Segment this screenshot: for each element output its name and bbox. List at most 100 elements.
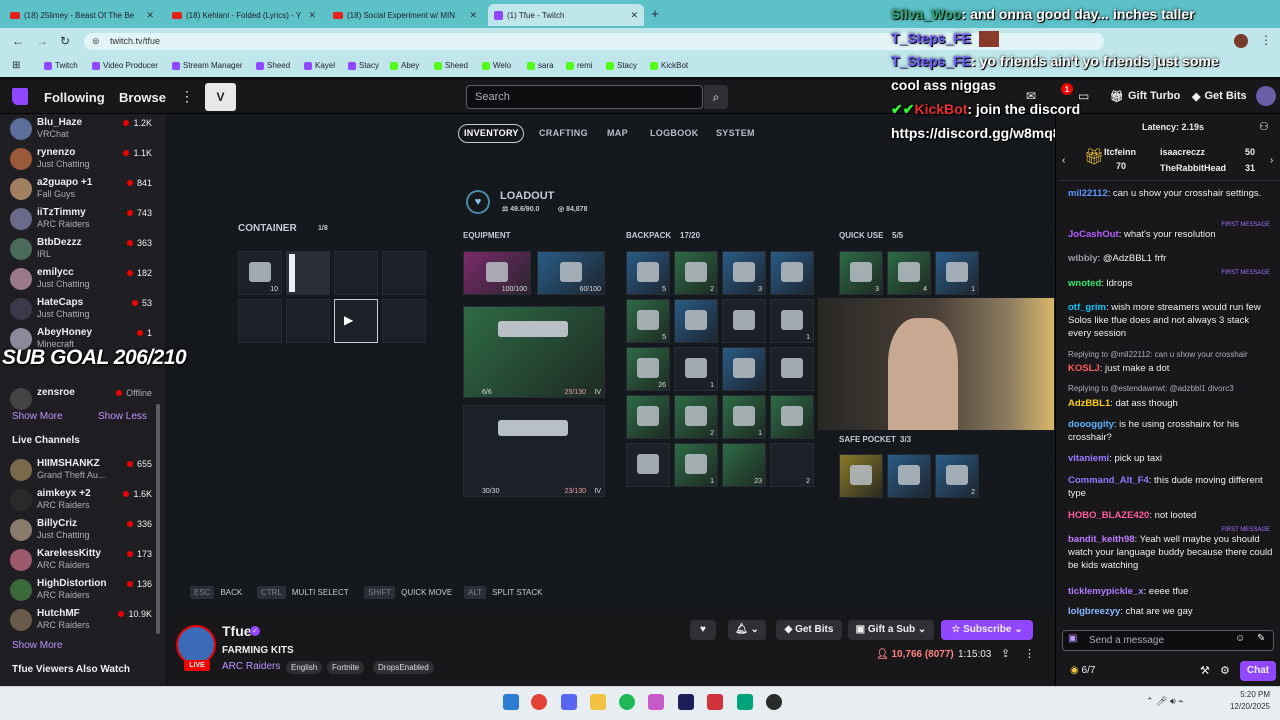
sidebar-channel[interactable]: Blu_Haze VRChat 1.2K — [8, 115, 158, 145]
extension-logo-icon[interactable]: V — [205, 83, 236, 111]
bookmark[interactable]: Video Producer — [92, 61, 158, 70]
close-icon[interactable]: ✕ — [469, 10, 477, 21]
bookmark[interactable]: Twitch — [44, 61, 78, 70]
chat-badge-icon[interactable]: ▣ — [1068, 633, 1077, 644]
sidebar-channel[interactable]: BtbDezzz IRL 363 — [8, 235, 158, 265]
streamer-name[interactable]: Tfue — [222, 623, 252, 639]
bookmark[interactable]: remi — [566, 61, 593, 70]
sidebar-channel[interactable]: HutchMF ARC Raiders 10.9K — [8, 606, 158, 636]
sidebar-channel[interactable]: aimkeyx +2 ARC Raiders 1.6K — [8, 486, 158, 516]
bookmark[interactable]: Kayel — [304, 61, 335, 70]
sidebar-channel[interactable]: rynenzo Just Chatting 1.1K — [8, 145, 158, 175]
gift-sub-button[interactable]: ▣ Gift a Sub ⌄ — [848, 620, 934, 640]
chevron-left-icon[interactable]: ‹ — [1062, 155, 1065, 166]
forward-icon[interactable]: → — [36, 34, 48, 48]
tray-icons[interactable]: ⌃ 🎤︎ 🔊︎ ⌁ — [1146, 696, 1184, 707]
sidebar-channel[interactable]: HIIMSHANKZ Grand Theft Au... 655 — [8, 456, 158, 486]
quick-use-label: QUICK USE — [839, 231, 884, 240]
browser-tab[interactable]: (18) Kehlani - Folded (Lyrics) - Y ✕ — [166, 4, 322, 26]
sidebar-channel[interactable]: emilycc Just Chatting 182 — [8, 265, 158, 295]
clock-date[interactable]: 12/20/2025 — [1222, 702, 1270, 711]
discord-icon[interactable] — [561, 694, 577, 710]
share-icon[interactable]: ⇪ — [1001, 647, 1010, 660]
search-icon: ⌕ — [712, 89, 720, 104]
back-icon[interactable]: ← — [12, 34, 24, 48]
twitch-logo-icon[interactable] — [12, 88, 28, 105]
bookmark[interactable]: Stream Manager — [172, 61, 243, 70]
site-info-icon[interactable]: ⊜ — [92, 36, 100, 47]
sidebar-channel[interactable]: BillyCriz Just Chatting 336 — [8, 516, 158, 546]
bookmark[interactable]: Abey — [390, 61, 419, 70]
user-avatar[interactable] — [1256, 86, 1276, 106]
app-icon[interactable] — [707, 694, 723, 710]
nav-following[interactable]: Following — [44, 90, 105, 105]
start-icon[interactable] — [503, 694, 519, 710]
more-options-icon[interactable]: ⋮ — [1024, 647, 1035, 660]
menu-dots-icon[interactable]: ⋮ — [1260, 33, 1272, 47]
tag[interactable]: Fortnite — [327, 661, 365, 674]
bookmark[interactable]: Sheed — [256, 61, 290, 70]
slot-highlight — [289, 254, 295, 292]
subscribe-button[interactable]: ☆ Subscribe ⌄ — [941, 620, 1033, 640]
show-more-link[interactable]: Show More — [12, 640, 63, 651]
more-dots-icon[interactable]: ⋮ — [180, 88, 194, 105]
apps-grid-icon[interactable]: ⊞ — [12, 60, 20, 71]
show-less-link[interactable]: Show Less — [98, 411, 147, 422]
sidebar-channel[interactable]: HateCaps Just Chatting 53 — [8, 295, 158, 325]
category-link[interactable]: ARC Raiders — [222, 661, 280, 672]
notifications-button[interactable]: 🔔︎ ⌄ — [728, 620, 766, 640]
show-more-link[interactable]: Show More — [12, 411, 63, 422]
reload-icon[interactable]: ↻ — [60, 34, 70, 48]
tag[interactable]: English — [286, 661, 323, 674]
sidebar-channel[interactable]: iiTzTimmy ARC Raiders 743 — [8, 205, 158, 235]
timeout-icon[interactable]: ⚒ — [1200, 664, 1210, 677]
bookmark[interactable]: KickBot — [650, 61, 688, 70]
streamer-avatar[interactable] — [176, 625, 216, 665]
key-hint: SHIFT QUICK MOVE — [364, 586, 452, 599]
folder-icon[interactable] — [590, 694, 606, 710]
browser-tab[interactable]: (18) 25limey - Beast Of The Be ✕ — [4, 4, 160, 26]
channel-points[interactable]: ◉ 6/7 — [1070, 665, 1095, 676]
bookmark[interactable]: sara — [527, 61, 554, 70]
clock-time[interactable]: 5:20 PM — [1226, 690, 1270, 699]
get-bits-button[interactable]: ◆ Get Bits — [1192, 90, 1247, 103]
tag[interactable]: DropsEnabled — [373, 661, 434, 674]
nav-browse[interactable]: Browse — [119, 90, 166, 105]
premiere-icon[interactable] — [678, 694, 694, 710]
chevron-right-icon[interactable]: › — [1270, 155, 1273, 166]
get-bits-stream-button[interactable]: ◆ Get Bits — [776, 620, 842, 640]
search-button[interactable]: ⌕ — [704, 85, 728, 109]
chat-message: JoCashOut: what's your resolution — [1068, 229, 1216, 240]
bookmark[interactable]: Stacy — [348, 61, 379, 70]
emote-picker-icon[interactable]: ☺ — [1235, 633, 1245, 644]
bookmark[interactable]: Sheed — [434, 61, 468, 70]
close-icon[interactable]: ✕ — [308, 10, 316, 21]
gift-turbo-button[interactable]: 🎁︎ Gift Turbo — [1110, 90, 1180, 103]
avatar — [10, 148, 32, 170]
browser-tab-active[interactable]: (1) Tfue - Twitch ✕ — [488, 4, 644, 26]
users-icon[interactable]: ⚇ — [1259, 120, 1269, 133]
bits-icon[interactable]: ✎ — [1257, 633, 1265, 644]
app-icon[interactable] — [648, 694, 664, 710]
spotify-icon[interactable] — [619, 694, 635, 710]
obs-icon[interactable] — [766, 694, 782, 710]
settings-gear-icon[interactable]: ⚙ — [1220, 664, 1230, 677]
browser-tab[interactable]: (18) Social Experiment w/ MIN ✕ — [327, 4, 483, 26]
chat-message: KOSLJ: just make a dot — [1068, 363, 1170, 374]
profile-avatar[interactable] — [1234, 34, 1248, 48]
close-icon[interactable]: ✕ — [630, 10, 638, 21]
backpack-slot — [722, 347, 766, 391]
app-icon[interactable] — [737, 694, 753, 710]
sidebar-channel[interactable]: HighDistortion ARC Raiders 136 — [8, 576, 158, 606]
chat-send-button[interactable]: Chat — [1240, 661, 1276, 681]
bookmark[interactable]: Welo — [482, 61, 511, 70]
search-input[interactable]: Search — [466, 85, 703, 109]
chat-message: wnoted: ldrops — [1068, 278, 1133, 289]
new-tab-icon[interactable]: + — [648, 6, 662, 21]
sidebar-channel[interactable]: KarelessKitty ARC Raiders 173 — [8, 546, 158, 576]
follow-heart-button[interactable]: ♥ — [690, 620, 716, 640]
chrome-icon[interactable] — [531, 694, 547, 710]
close-icon[interactable]: ✕ — [146, 10, 154, 21]
bookmark[interactable]: Stacy — [606, 61, 637, 70]
sidebar-channel[interactable]: a2guapo +1 Fall Guys 841 — [8, 175, 158, 205]
